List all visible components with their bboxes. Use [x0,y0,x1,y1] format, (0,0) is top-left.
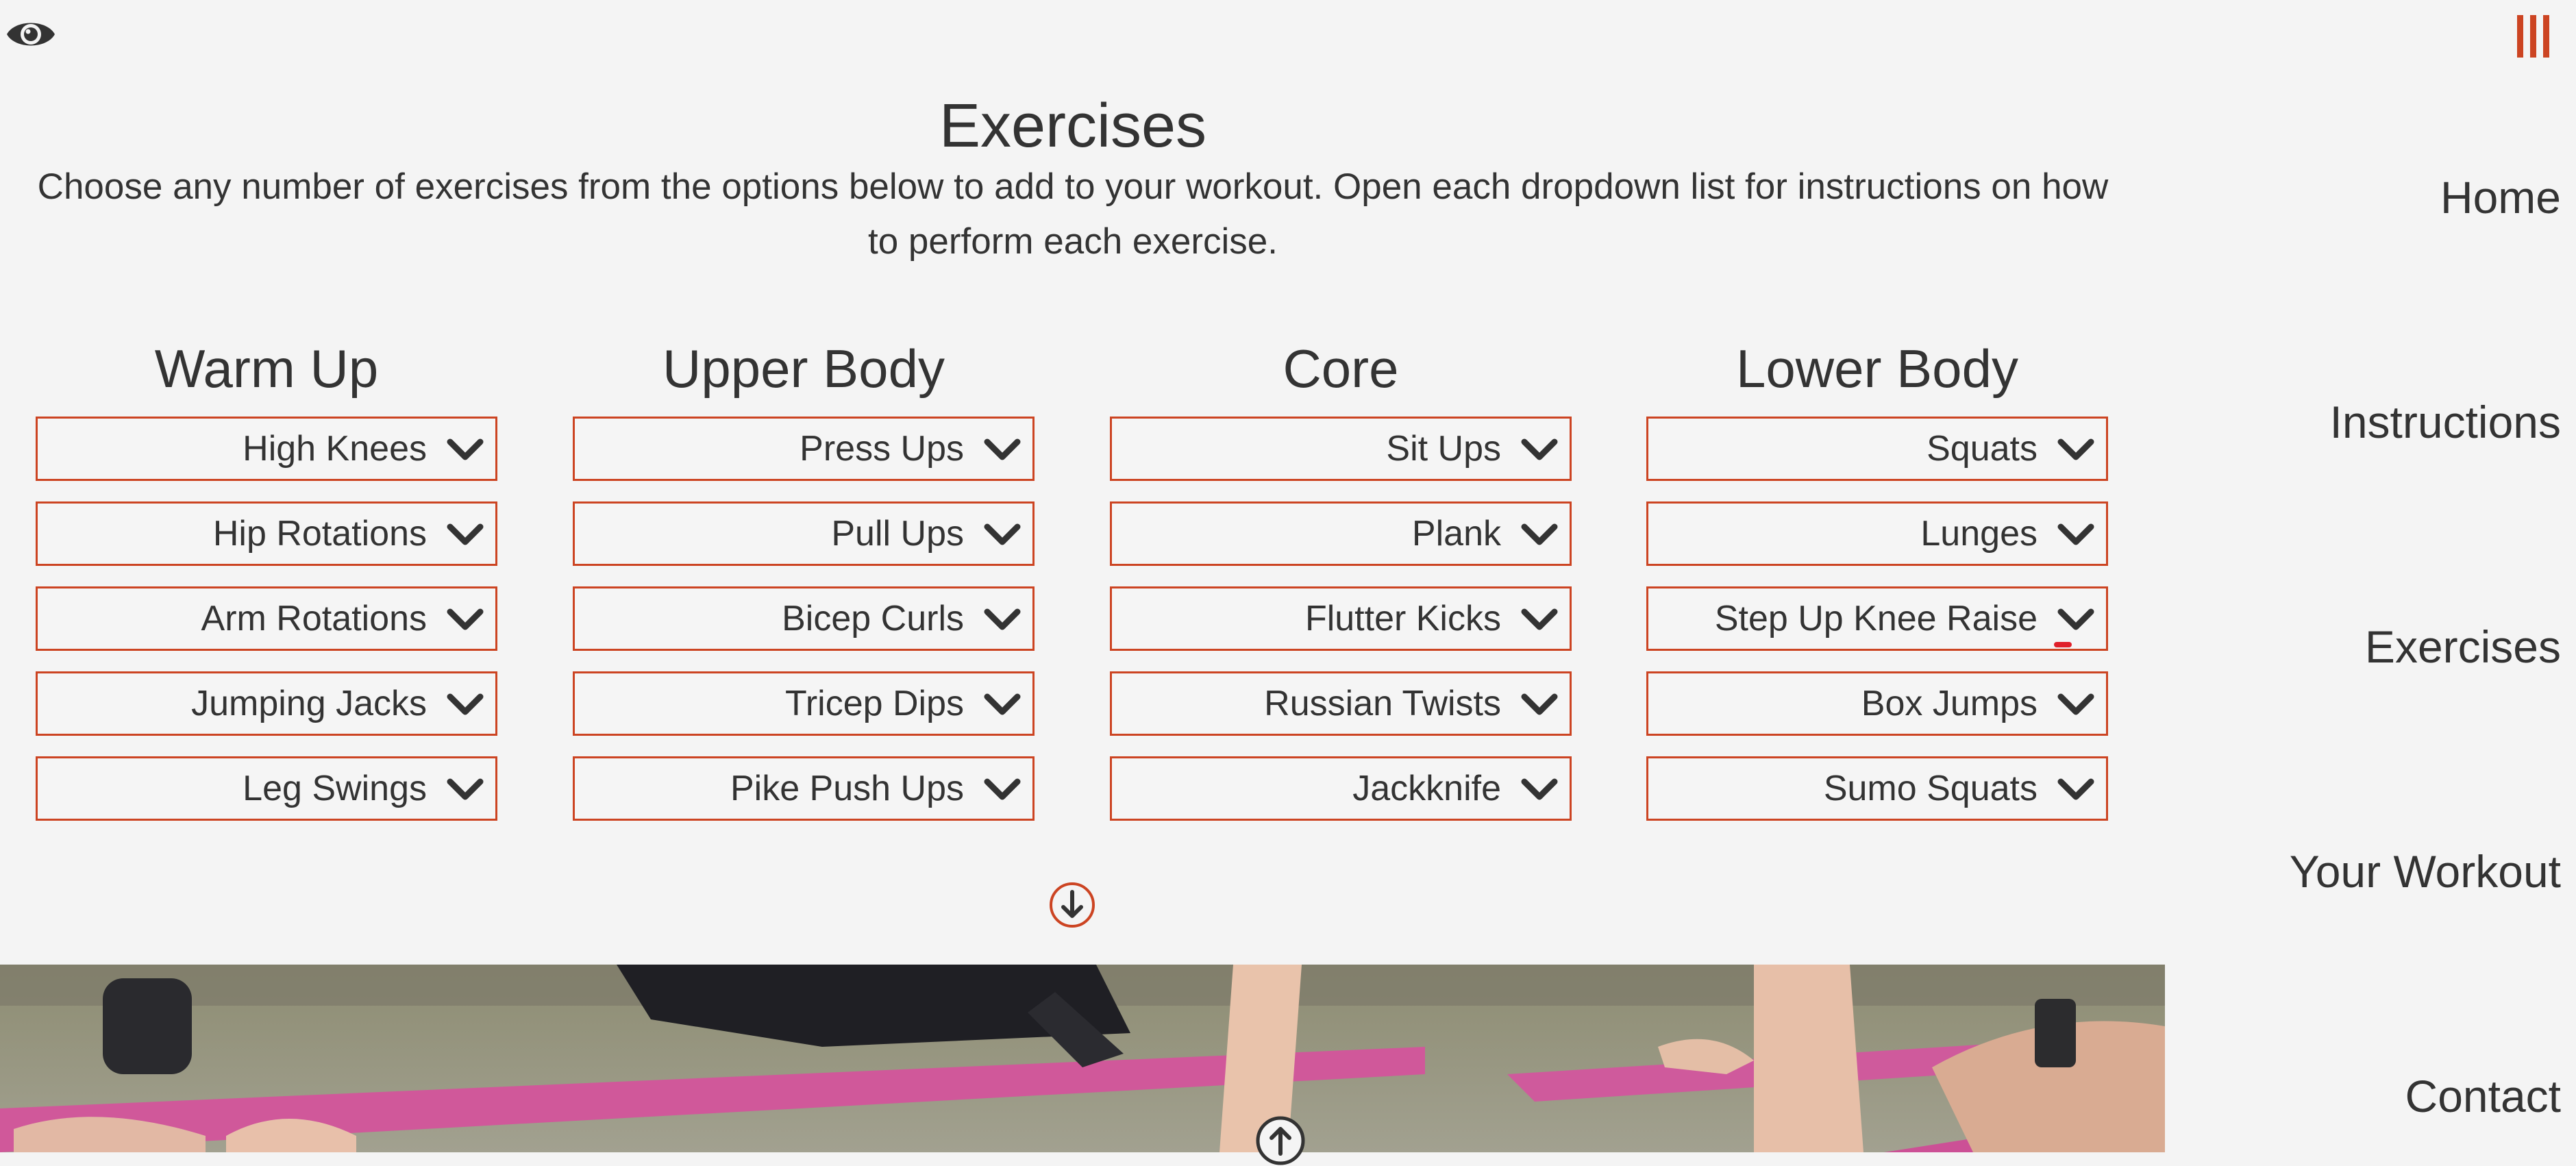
dropdown-label: Lunges [1920,514,2038,554]
exercise-dropdown-press-ups[interactable]: Press Ups [573,417,1035,481]
dropdown-label: Bicep Curls [782,599,964,638]
exercise-dropdown-russian-twists[interactable]: Russian Twists [1110,671,1572,736]
chevron-down-icon [1521,438,1558,460]
dropdown-label: Sumo Squats [1823,769,2038,808]
exercise-dropdown-plank[interactable]: Plank [1110,501,1572,566]
dropdown-label: Flutter Kicks [1304,599,1501,638]
dropdown-label: Squats [1927,429,2038,469]
dropdown-label: Box Jumps [1861,684,2038,723]
exercise-dropdown-sumo-squats[interactable]: Sumo Squats [1646,756,2108,821]
dropdown-label: Leg Swings [243,769,427,808]
chevron-down-icon [447,693,484,715]
exercise-dropdown-sit-ups[interactable]: Sit Ups [1110,417,1572,481]
category-heading: Upper Body [662,338,945,399]
chevron-down-icon [2057,608,2094,630]
dropdown-label: Pull Ups [831,514,964,554]
chevron-down-icon [2057,523,2094,545]
category-heading: Warm Up [154,338,379,399]
exercise-dropdown-lunges[interactable]: Lunges [1646,501,2108,566]
chevron-down-icon [984,438,1021,460]
chevron-down-icon [1521,608,1558,630]
exercise-dropdown-bicep-curls[interactable]: Bicep Curls [573,586,1035,651]
dropdown-label: High Knees [243,429,427,469]
category-heading: Core [1283,338,1399,399]
chevron-down-icon [447,438,484,460]
nav-item-contact[interactable]: Contact [2405,1070,2561,1122]
dropdown-label: Jumping Jacks [191,684,427,723]
chevron-down-icon [984,608,1021,630]
chevron-down-icon [2057,778,2094,800]
dropdown-label: Hip Rotations [212,514,427,554]
chevron-down-icon [2057,693,2094,715]
exercise-dropdown-flutter-kicks[interactable]: Flutter Kicks [1110,586,1572,651]
chevron-down-icon [984,693,1021,715]
dropdown-label: Jackknife [1352,769,1501,808]
nav-item-instructions[interactable]: Instructions [2330,396,2561,448]
arrow-up-circle-icon[interactable] [1255,1115,1306,1166]
exercise-dropdown-box-jumps[interactable]: Box Jumps [1646,671,2108,736]
dropdown-label: Arm Rotations [201,599,427,638]
dropdown-label: Plank [1411,514,1501,554]
cursor-mark [2054,642,2072,647]
exercise-dropdown-hip-rotations[interactable]: Hip Rotations [36,501,497,566]
dropdown-label: Pike Push Ups [730,769,964,808]
exercise-dropdown-leg-swings[interactable]: Leg Swings [36,756,497,821]
exercise-dropdown-arm-rotations[interactable]: Arm Rotations [36,586,497,651]
nav-item-your-workout[interactable]: Your Workout [2290,845,2561,897]
intro-text: Choose any number of exercises from the … [37,166,2109,262]
exercise-dropdown-jumping-jacks[interactable]: Jumping Jacks [36,671,497,736]
chevron-down-icon [1521,778,1558,800]
nav-item-home[interactable]: Home [2440,171,2561,223]
exercise-dropdown-squats[interactable]: Squats [1646,417,2108,481]
exercise-dropdown-high-knees[interactable]: High Knees [36,417,497,481]
exercise-dropdown-tricep-dips[interactable]: Tricep Dips [573,671,1035,736]
exercise-dropdown-jackknife[interactable]: Jackknife [1110,756,1572,821]
chevron-down-icon [1521,693,1558,715]
dropdown-label: Russian Twists [1264,684,1501,723]
chevron-down-icon [984,523,1021,545]
chevron-down-icon [447,778,484,800]
chevron-down-icon [447,523,484,545]
category-upper-body: Upper Body Press Ups Pull Ups Bicep Curl… [573,327,1035,841]
exercises-section: Exercises Choose any number of exercises… [0,0,2165,1165]
exercise-dropdown-pike-push-ups[interactable]: Pike Push Ups [573,756,1035,821]
chevron-down-icon [1521,523,1558,545]
menu-bars-icon[interactable] [2514,14,2553,59]
chevron-down-icon [984,778,1021,800]
exercise-dropdown-pull-ups[interactable]: Pull Ups [573,501,1035,566]
nav-item-exercises[interactable]: Exercises [2365,621,2561,673]
chevron-down-icon [2057,438,2094,460]
dropdown-label: Sit Ups [1386,429,1501,469]
dropdown-label: Press Ups [800,429,964,469]
category-heading: Lower Body [1736,338,2018,399]
dropdown-label: Step Up Knee Raise [1714,599,2038,638]
category-warm-up: Warm Up High Knees Hip Rotations Arm Rot… [36,327,497,841]
exercise-dropdown-step-up-knee-raise[interactable]: Step Up Knee Raise [1646,586,2108,651]
arrow-down-circle-icon[interactable] [1048,881,1096,929]
dropdown-label: Tricep Dips [784,684,964,723]
page-title: Exercises [939,92,1207,161]
category-lower-body: Lower Body Squats Lunges Step Up Knee Ra… [1646,327,2108,841]
hero-image [0,965,2165,1152]
category-core: Core Sit Ups Plank Flutter Kicks Russian… [1110,327,1572,841]
side-navigation: Home Instructions Exercises Your Workout… [2165,0,2576,1152]
chevron-down-icon [447,608,484,630]
